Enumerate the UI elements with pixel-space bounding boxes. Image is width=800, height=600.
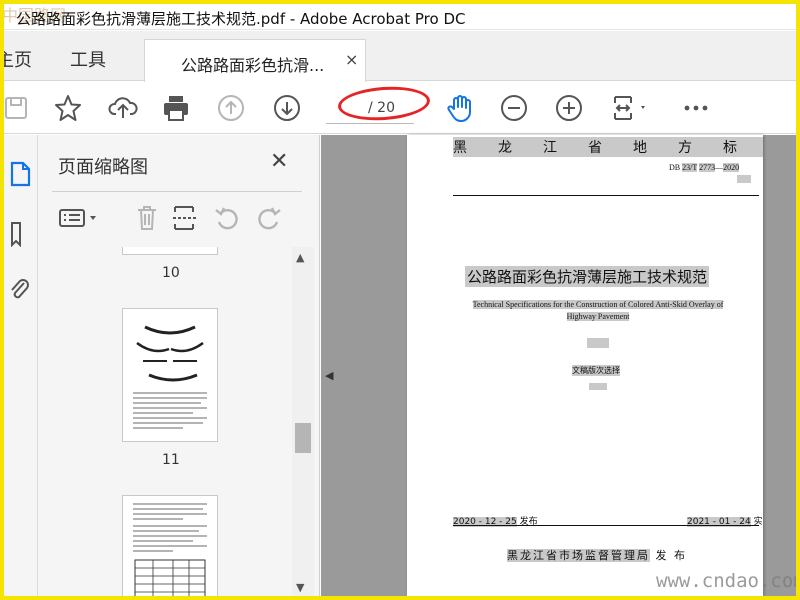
left-icon-rail — [4, 135, 38, 596]
watermark-site: www.cndao.com — [656, 570, 796, 592]
thumbnail-list: 10 11 ▲ ▼ — [38, 247, 320, 596]
code-prefix: DB — [669, 163, 681, 172]
fit-page-icon[interactable] — [609, 92, 653, 124]
standard-code: DB 23/T 2773—2020 — [669, 163, 740, 172]
zoom-in-icon[interactable] — [553, 92, 585, 124]
document-view[interactable]: ◀ 黑龙江省地方标准 DB 23/T 2773—2020 公路路面彩色抗滑薄层施… — [321, 135, 796, 596]
highlight-oval — [336, 83, 432, 124]
code-number: 2773 — [699, 163, 716, 172]
bookmark-icon[interactable] — [8, 221, 32, 248]
panel-divider — [52, 191, 302, 192]
thumbnail-panel: 页面缩略图 ✕ 10 11 ▲ ▼ — [38, 135, 320, 596]
issue-label: 发 布 — [655, 549, 687, 562]
panel-close-button[interactable]: ✕ — [270, 149, 288, 174]
rotate-right-icon[interactable] — [254, 203, 284, 233]
toolbar: / 20 — [4, 82, 796, 134]
redaction-box — [587, 338, 609, 348]
title-bar: 中国路网 公路路面彩色抗滑薄层施工技术规范.pdf - Adobe Acroba… — [4, 4, 796, 30]
window-title: 公路路面彩色抗滑薄层施工技术规范.pdf - Adobe Acrobat Pro… — [16, 10, 466, 28]
save-icon[interactable] — [4, 92, 32, 124]
header-rule — [453, 195, 759, 196]
thumbnail-page-11[interactable] — [122, 308, 218, 442]
thumbnail-page-10[interactable] — [122, 247, 218, 255]
scrollbar-thumb[interactable] — [295, 423, 311, 453]
tab-document-label: 公路路面彩色抗滑... — [181, 56, 325, 75]
tab-close-button[interactable]: × — [345, 50, 358, 69]
english-title-text: Technical Specifications for the Constru… — [472, 300, 724, 321]
collapse-panel-icon[interactable]: ◀ — [325, 369, 333, 382]
panel-toolbar — [58, 201, 308, 235]
star-icon[interactable] — [52, 92, 84, 124]
options-menu-icon[interactable] — [58, 203, 102, 233]
upload-icon[interactable] — [107, 92, 139, 124]
draft-label: 文稿版次选择 — [572, 365, 620, 376]
more-icon[interactable] — [680, 92, 712, 124]
pdf-page: 黑龙江省地方标准 DB 23/T 2773—2020 公路路面彩色抗滑薄层施工技… — [407, 135, 763, 596]
attachment-icon[interactable] — [8, 275, 32, 299]
delete-icon[interactable] — [132, 203, 162, 233]
issuer: 黑龙江省市场监督管理局 发 布 — [507, 547, 687, 563]
thumbnail-label-11: 11 — [162, 452, 180, 468]
tab-bar: 主页 工具 公路路面彩色抗滑... × — [4, 31, 796, 82]
thumbnail-label-10: 10 — [162, 265, 180, 281]
extract-pages-icon[interactable] — [170, 203, 200, 233]
code-type: 23/T — [682, 163, 698, 172]
page-thumbnails-icon[interactable] — [8, 161, 32, 187]
standard-title: 黑龙江省地方标准 — [453, 137, 763, 157]
tab-document[interactable]: 公路路面彩色抗滑... × — [144, 39, 366, 82]
panel-title: 页面缩略图 — [58, 157, 148, 178]
redaction-box — [737, 175, 751, 183]
english-title: Technical Specifications for the Constru… — [457, 299, 739, 323]
rotate-left-icon[interactable] — [212, 203, 242, 233]
scroll-down-icon[interactable]: ▼ — [296, 581, 304, 594]
hand-icon[interactable] — [444, 92, 476, 124]
tab-tools[interactable]: 工具 — [70, 46, 106, 72]
thumbnail-page-12[interactable] — [122, 495, 218, 596]
print-icon[interactable] — [160, 92, 192, 124]
zoom-out-icon[interactable] — [498, 92, 530, 124]
footer-rule — [453, 525, 759, 526]
app-window: 中国路网 公路路面彩色抗滑薄层施工技术规范.pdf - Adobe Acroba… — [4, 4, 796, 596]
thumbnail-scrollbar[interactable]: ▲ ▼ — [292, 247, 314, 596]
tab-home[interactable]: 主页 — [4, 46, 32, 72]
page-down-icon[interactable] — [271, 92, 303, 124]
page-up-icon[interactable] — [215, 92, 247, 124]
scroll-up-icon[interactable]: ▲ — [296, 251, 304, 264]
code-year: 2020 — [723, 163, 740, 172]
redaction-box — [589, 383, 607, 390]
issuer-name: 黑龙江省市场监督管理局 — [507, 549, 650, 562]
document-title: 公路路面彩色抗滑薄层施工技术规范 — [465, 266, 710, 287]
